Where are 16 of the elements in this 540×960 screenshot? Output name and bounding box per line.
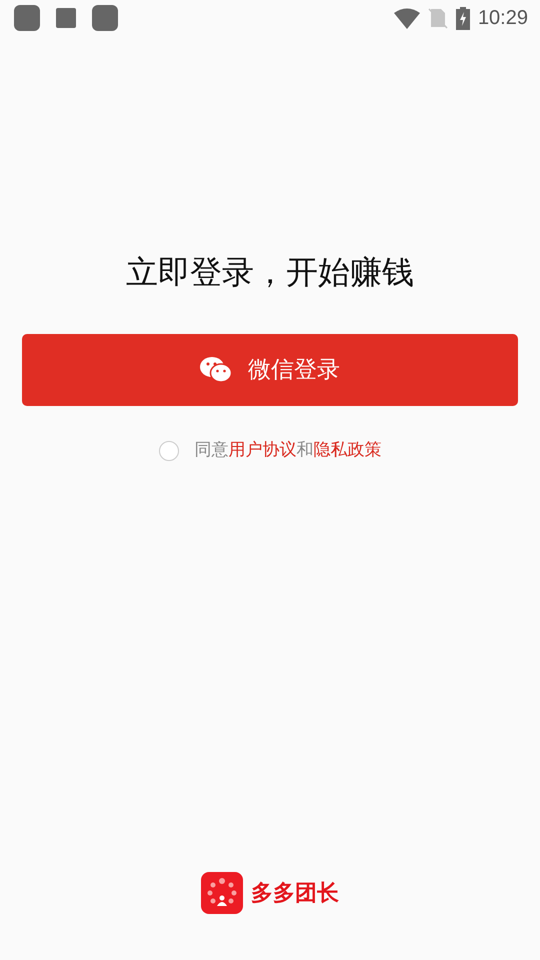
- status-time: 10:29: [478, 6, 528, 31]
- notification-icon: [14, 5, 40, 31]
- agreement-link[interactable]: 隐私政策: [314, 440, 382, 460]
- page-title: 立即登录，开始赚钱: [126, 253, 414, 291]
- wifi-icon: [394, 8, 420, 28]
- wechat-login-button[interactable]: 微信登录: [22, 334, 518, 406]
- no-sim-icon: [428, 7, 448, 29]
- battery-icon: [456, 6, 470, 30]
- agree-checkbox[interactable]: [158, 440, 178, 461]
- chat-bubbles-icon: [200, 357, 232, 383]
- app-logo-icon: [201, 872, 243, 914]
- agreement-link[interactable]: 用户协议: [228, 440, 296, 460]
- brand-name: 多多团长: [251, 880, 339, 908]
- notification-icon: [56, 8, 76, 28]
- agreement-text: 同意用户协议和隐私政策: [194, 439, 382, 462]
- notification-icon: [92, 5, 118, 31]
